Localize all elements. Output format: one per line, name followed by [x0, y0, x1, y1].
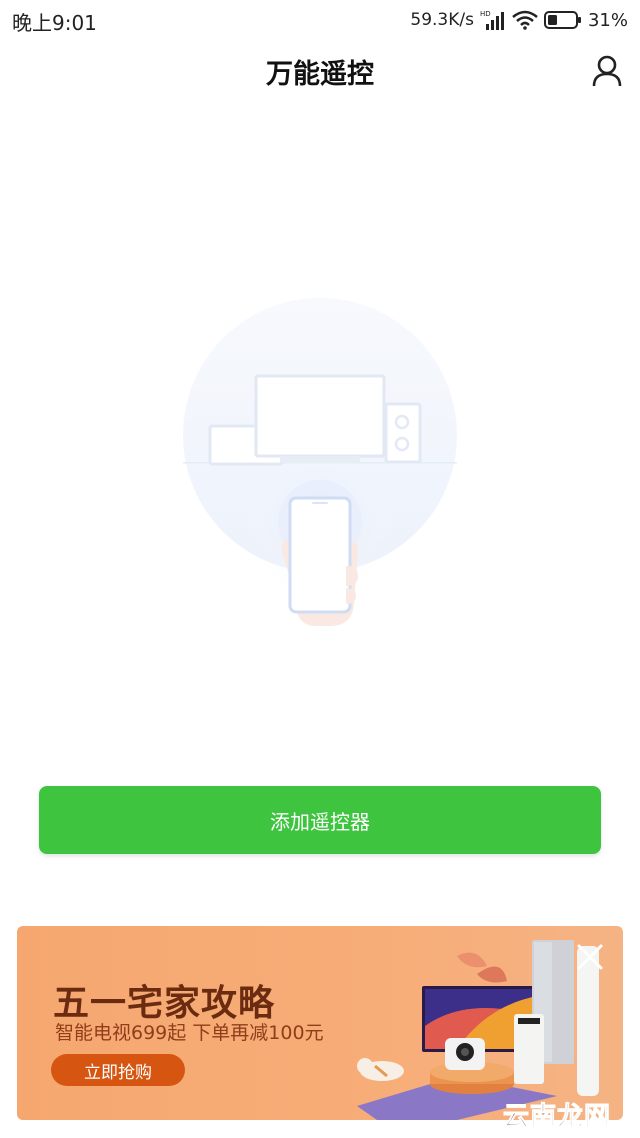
battery-percent: 31% [587, 9, 628, 31]
battery-icon [543, 11, 581, 29]
ad-subtitle: 智能电视699起 下单再减100元 [55, 1022, 324, 1044]
remote-illustration [183, 298, 457, 626]
close-icon[interactable] [575, 942, 605, 972]
page-title: 万能遥控 [266, 59, 374, 90]
status-time: 晚上9:01 [12, 11, 97, 35]
screen: 晚上9:01 59.3K/s HD 31% 万能遥控 添加遥控器 五一宅家攻略 … [0, 0, 640, 1138]
status-indicators: 59.3K/s HD 31% [410, 6, 628, 34]
hd-label: HD [480, 10, 491, 18]
network-speed: 59.3K/s [410, 10, 474, 30]
status-bar: 晚上9:01 59.3K/s HD 31% [0, 0, 640, 40]
watermark: 云南龙网 [502, 1102, 612, 1133]
user-icon[interactable] [590, 54, 624, 88]
wifi-icon [512, 10, 538, 30]
ad-banner[interactable]: 五一宅家攻略 智能电视699起 下单再减100元 立即抢购 [17, 926, 623, 1120]
signal-icon: HD [480, 10, 504, 30]
ad-buy-button[interactable]: 立即抢购 [51, 1054, 185, 1086]
add-remote-button[interactable]: 添加遥控器 [39, 786, 601, 854]
